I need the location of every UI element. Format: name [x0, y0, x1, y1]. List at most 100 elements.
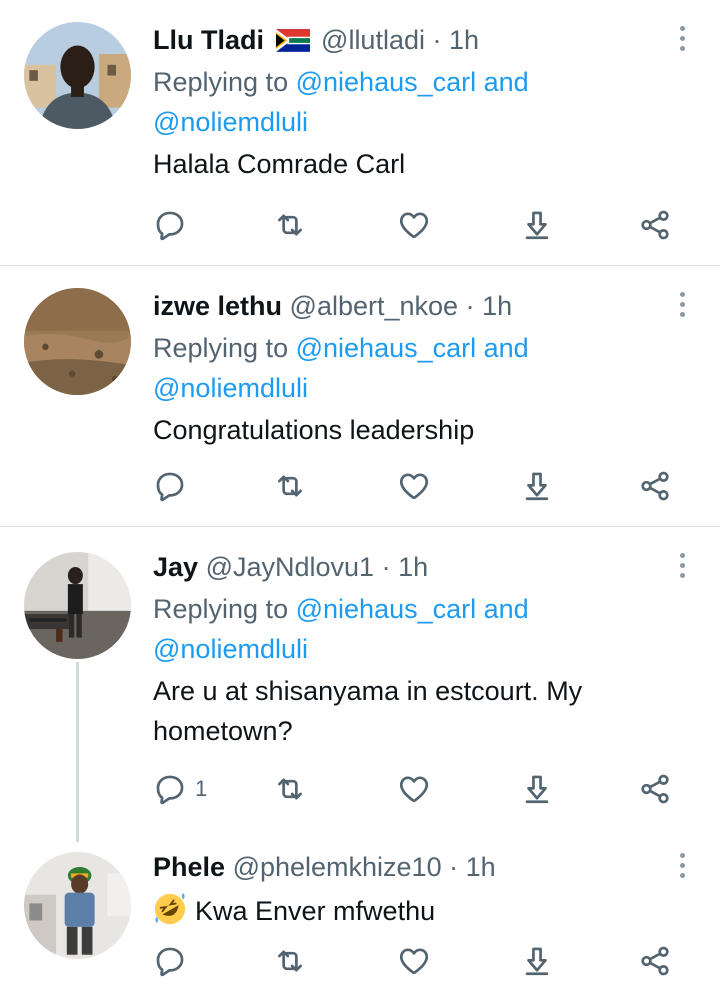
replying-to: Replying to @niehaus_carl and @noliemdlu… [153, 589, 673, 669]
mention-and[interactable]: and [484, 333, 529, 363]
share-button[interactable] [638, 769, 672, 809]
download-button[interactable] [520, 466, 554, 506]
timestamp[interactable]: 1h [466, 852, 496, 882]
avatar[interactable] [24, 852, 131, 959]
tweet-text-line: Are u at shisanyama in estcourt. My [153, 676, 583, 706]
like-icon [397, 772, 431, 806]
reply-icon [153, 208, 187, 242]
retweet-icon [273, 944, 307, 978]
share-icon [638, 772, 672, 806]
rolling-on-floor-laughing-emoji-icon [154, 892, 186, 925]
mention-link[interactable]: @noliemdluli [153, 107, 308, 137]
display-name[interactable]: Llu Tladi [153, 25, 264, 55]
download-button[interactable] [520, 205, 554, 245]
south-africa-flag-icon [275, 29, 310, 52]
tweet[interactable]: Llu Tladi @llutladi · 1h Replying to @ni… [0, 0, 720, 265]
reply-button[interactable] [153, 205, 195, 245]
retweet-button[interactable] [273, 941, 307, 981]
tweet[interactable]: izwe lethu @albert_nkoe · 1h Replying to… [0, 266, 720, 526]
download-button[interactable] [520, 769, 554, 809]
reply-button[interactable] [153, 466, 195, 506]
user-handle[interactable]: @albert_nkoe [290, 291, 459, 321]
like-button[interactable] [397, 466, 431, 506]
like-button[interactable] [397, 769, 431, 809]
tweet-actions [153, 466, 683, 506]
like-icon [397, 944, 431, 978]
retweet-button[interactable] [273, 205, 307, 245]
more-menu-icon[interactable] [680, 26, 686, 56]
more-menu-icon[interactable] [680, 553, 686, 583]
share-icon [638, 944, 672, 978]
tweet-text: Congratulations leadership [153, 415, 475, 445]
user-handle[interactable]: @llutladi [321, 25, 425, 55]
timestamp[interactable]: 1h [398, 552, 428, 582]
more-menu-icon[interactable] [680, 853, 686, 883]
mention-link[interactable]: @niehaus_carl [296, 67, 477, 97]
tweet-text: Halala Comrade Carl [153, 149, 406, 179]
separator-dot: · [432, 25, 442, 55]
like-button[interactable] [397, 941, 431, 981]
tweet-header: Llu Tladi @llutladi · 1h [153, 22, 673, 62]
avatar[interactable] [24, 288, 131, 395]
mention-and[interactable]: and [484, 594, 529, 624]
share-button[interactable] [638, 205, 672, 245]
more-menu-icon[interactable] [680, 292, 686, 322]
tweet-text-line: hometown? [153, 716, 293, 746]
download-icon [520, 944, 554, 978]
tweet[interactable]: Jay @JayNdlovu1 · 1h Replying to @niehau… [0, 527, 720, 827]
like-button[interactable] [397, 205, 431, 245]
timestamp[interactable]: 1h [482, 291, 512, 321]
reply-icon [153, 944, 187, 978]
tweet-text-content: Kwa Enver mfwethu [195, 896, 436, 926]
download-icon [520, 772, 554, 806]
replying-label: Replying to [153, 333, 289, 363]
tweet-header: Phele @phelemkhize10 · 1h [153, 849, 673, 889]
download-icon [520, 469, 554, 503]
user-handle[interactable]: @phelemkhize10 [233, 852, 442, 882]
tweet-actions [153, 941, 683, 981]
share-icon [638, 469, 672, 503]
user-handle[interactable]: @JayNdlovu1 [206, 552, 375, 582]
reply-count: 1 [195, 776, 208, 801]
separator-dot: · [465, 291, 475, 321]
tweet-text: Are u at shisanyama in estcourt. My home… [153, 671, 673, 751]
separator-dot: · [449, 852, 459, 882]
download-button[interactable] [520, 941, 554, 981]
share-button[interactable] [638, 941, 672, 981]
like-icon [397, 208, 431, 242]
reply-button[interactable] [153, 941, 195, 981]
retweet-icon [273, 208, 307, 242]
tweet-header: Jay @JayNdlovu1 · 1h [153, 549, 673, 589]
tweet[interactable]: Phele @phelemkhize10 · 1h Kwa Enver mfwe… [0, 827, 720, 1005]
retweet-button[interactable] [273, 769, 307, 809]
tweet-actions [153, 205, 683, 245]
like-icon [397, 469, 431, 503]
tweet-actions: 1 [153, 769, 683, 809]
retweet-button[interactable] [273, 466, 307, 506]
display-name[interactable]: izwe lethu [153, 291, 282, 321]
mention-link[interactable]: @noliemdluli [153, 373, 308, 403]
replying-to: Replying to @niehaus_carl and @noliemdlu… [153, 62, 673, 142]
reply-icon [153, 469, 187, 503]
separator-dot: · [381, 552, 391, 582]
timestamp[interactable]: 1h [449, 25, 479, 55]
share-button[interactable] [638, 466, 672, 506]
avatar[interactable] [24, 552, 131, 659]
display-name[interactable]: Phele [153, 852, 225, 882]
mention-link[interactable]: @niehaus_carl [296, 333, 477, 363]
download-icon [520, 208, 554, 242]
tweet-header: izwe lethu @albert_nkoe · 1h [153, 288, 673, 328]
reply-icon [153, 772, 187, 806]
replying-to: Replying to @niehaus_carl and @noliemdlu… [153, 328, 673, 408]
retweet-icon [273, 772, 307, 806]
avatar[interactable] [24, 22, 131, 129]
display-name[interactable]: Jay [153, 552, 198, 582]
replying-label: Replying to [153, 67, 289, 97]
replying-label: Replying to [153, 594, 289, 624]
mention-link[interactable]: @noliemdluli [153, 634, 308, 664]
reply-button[interactable]: 1 [153, 769, 207, 809]
share-icon [638, 208, 672, 242]
mention-and[interactable]: and [484, 67, 529, 97]
mention-link[interactable]: @niehaus_carl [296, 594, 477, 624]
retweet-icon [273, 469, 307, 503]
